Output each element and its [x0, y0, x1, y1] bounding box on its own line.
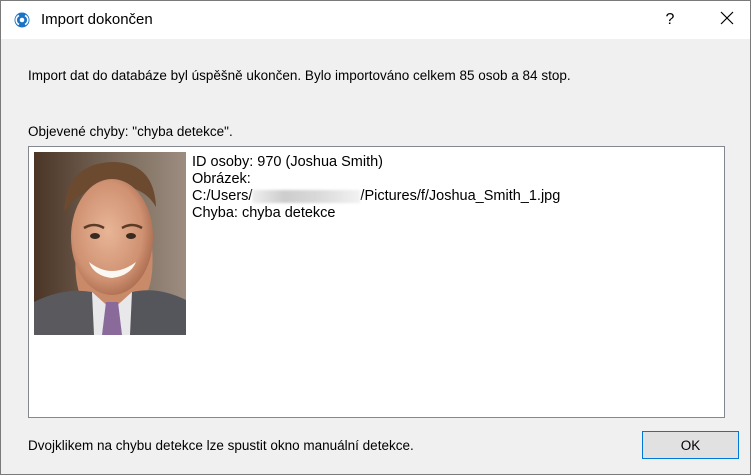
import-summary-text: Import dat do databáze byl úspěšně ukonč… [28, 68, 571, 83]
image-path-suffix: /Pictures/f/Joshua_Smith_1.jpg [360, 188, 561, 204]
manual-detection-hint: Dvojklikem na chybu detekce lze spustit … [28, 438, 414, 453]
close-button[interactable] [704, 1, 750, 39]
title-bar[interactable]: Import dokončen ? [1, 1, 750, 39]
person-photo [34, 152, 186, 335]
close-icon [720, 11, 734, 30]
error-type-line: Chyba: chyba detekce [192, 205, 336, 221]
app-face-icon [14, 12, 30, 28]
errors-label: Objevené chyby: "chyba detekce". [28, 124, 233, 139]
error-list-item[interactable]: ID osoby: 970 (Joshua Smith) Obrázek: C:… [34, 152, 560, 335]
person-id-line: ID osoby: 970 (Joshua Smith) [192, 154, 384, 170]
error-details: ID osoby: 970 (Joshua Smith) Obrázek: C:… [192, 154, 560, 222]
window-title: Import dokončen [41, 11, 153, 28]
image-path-prefix: C:/Users/ [192, 188, 253, 204]
ok-button[interactable]: OK [642, 431, 739, 459]
redacted-username [252, 189, 361, 203]
error-list[interactable]: ID osoby: 970 (Joshua Smith) Obrázek: C:… [28, 146, 725, 418]
image-path: C:/Users/ /Pictures/f/Joshua_Smith_1.jpg [192, 188, 560, 205]
help-button[interactable]: ? [647, 1, 693, 39]
import-complete-dialog: Import dokončen ? Import dat do databáze… [0, 0, 751, 475]
image-label: Obrázek: [192, 171, 251, 187]
